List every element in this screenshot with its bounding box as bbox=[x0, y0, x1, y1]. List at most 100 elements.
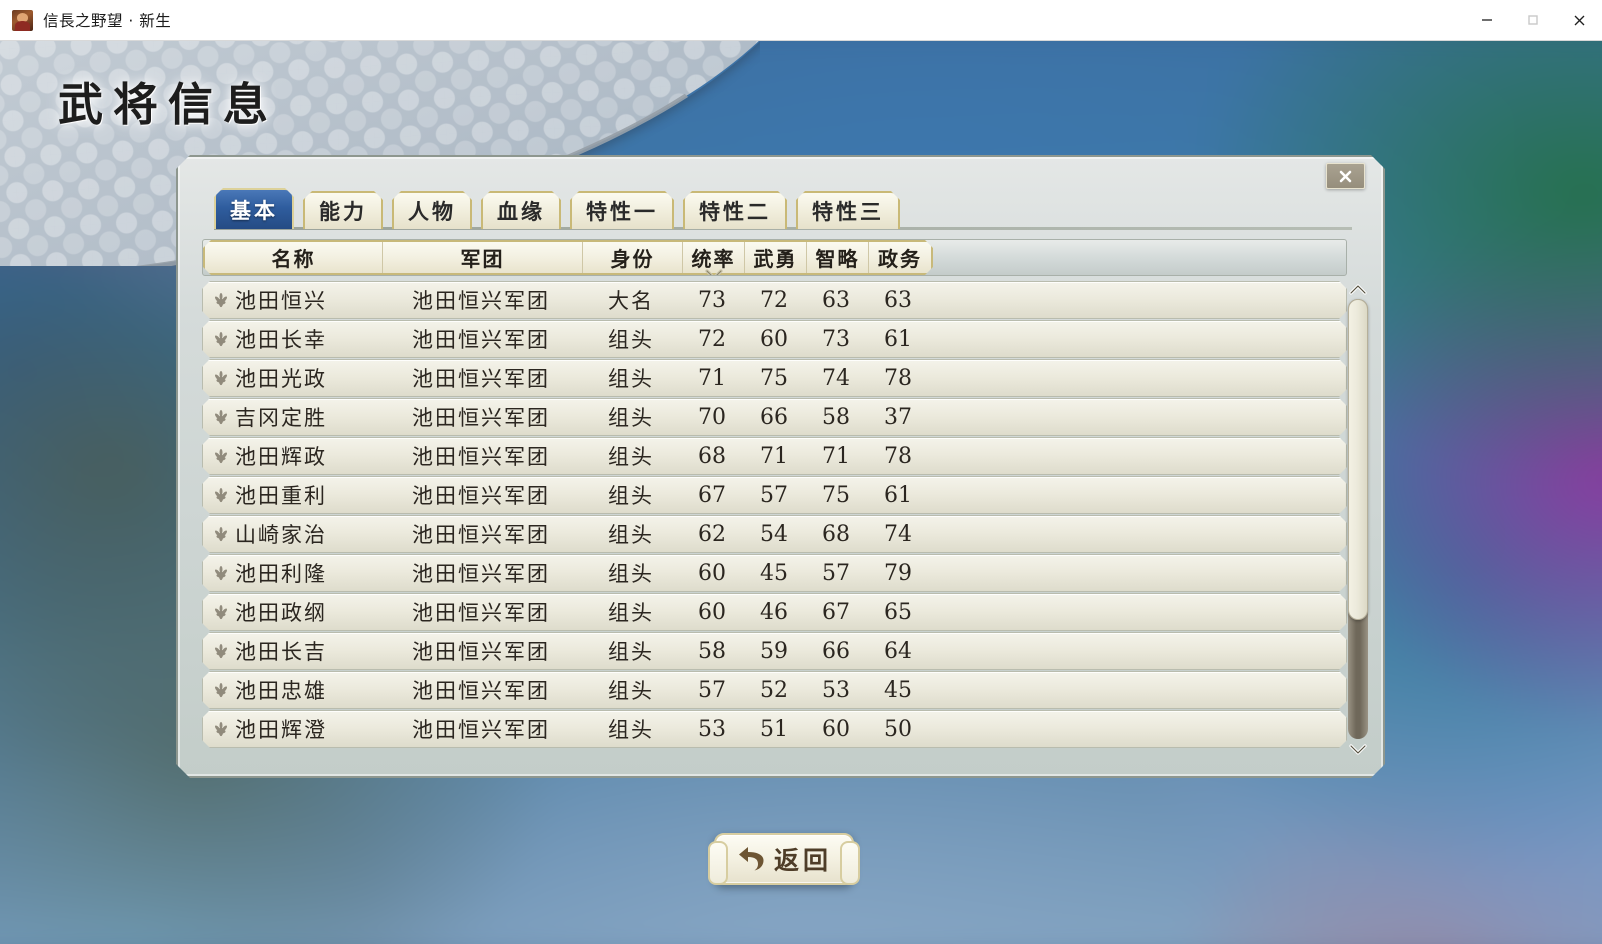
cell-text: 池田长吉 bbox=[235, 640, 327, 664]
cell-text: 57 bbox=[822, 560, 850, 586]
table-row[interactable]: 池田重利 池田恒兴军团 组头 67 57 75 61 bbox=[202, 476, 1347, 514]
scroll-down-button[interactable] bbox=[1347, 741, 1369, 757]
cell-politics: 79 bbox=[867, 561, 929, 586]
cell-text: 75 bbox=[822, 482, 850, 508]
cell-text: 78 bbox=[884, 365, 912, 391]
table-row[interactable]: 吉冈定胜 池田恒兴军团 组头 70 66 58 37 bbox=[202, 398, 1347, 436]
clan-crest-icon bbox=[211, 524, 231, 544]
cell-text: 68 bbox=[698, 443, 726, 469]
column-header-6[interactable]: 政务 bbox=[869, 242, 931, 273]
table-row[interactable]: 池田辉澄 池田恒兴军团 组头 53 51 60 50 bbox=[202, 710, 1347, 748]
tab-4[interactable]: 特性一 bbox=[570, 191, 674, 229]
tab-label: 能力 bbox=[319, 199, 367, 224]
sort-desc-icon bbox=[704, 268, 724, 281]
back-button[interactable]: 返回 bbox=[708, 833, 860, 885]
minimize-button[interactable] bbox=[1464, 0, 1510, 41]
maximize-button[interactable] bbox=[1510, 0, 1556, 41]
cell-leadership: 67 bbox=[681, 483, 743, 508]
cell-text: 池田辉政 bbox=[235, 445, 327, 469]
back-button-label: 返回 bbox=[773, 846, 832, 875]
cell-politics: 37 bbox=[867, 405, 929, 430]
window-titlebar: 信長之野望 · 新生 bbox=[0, 0, 1602, 41]
scroll-up-button[interactable] bbox=[1347, 281, 1369, 297]
column-header-label: 名称 bbox=[271, 247, 316, 271]
cell-valor: 52 bbox=[743, 678, 805, 703]
tab-5[interactable]: 特性二 bbox=[683, 191, 787, 229]
window-title: 信長之野望 · 新生 bbox=[43, 12, 172, 30]
cell-name: 吉冈定胜 bbox=[203, 402, 381, 432]
cell-text: 池田长幸 bbox=[235, 328, 327, 352]
list-scrollbar[interactable] bbox=[1344, 281, 1372, 757]
cell-politics: 65 bbox=[867, 600, 929, 625]
cell-text: 70 bbox=[698, 404, 726, 430]
cell-text: 53 bbox=[698, 716, 726, 742]
cell-text: 池田光政 bbox=[235, 367, 327, 391]
window-controls bbox=[1464, 0, 1602, 41]
cell-text: 池田恒兴军团 bbox=[412, 718, 550, 742]
cell-valor: 60 bbox=[743, 327, 805, 352]
cell-leadership: 72 bbox=[681, 327, 743, 352]
cell-text: 60 bbox=[760, 326, 788, 352]
table-row[interactable]: 池田长吉 池田恒兴军团 组头 58 59 66 64 bbox=[202, 632, 1347, 670]
tab-2[interactable]: 人物 bbox=[392, 191, 472, 229]
tab-0[interactable]: 基本 bbox=[214, 188, 294, 229]
cell-text: 组头 bbox=[608, 367, 654, 391]
cell-rank: 组头 bbox=[581, 324, 681, 354]
column-header-0[interactable]: 名称 bbox=[205, 242, 383, 273]
cell-intellect: 68 bbox=[805, 522, 867, 547]
page-title: 武将信息 bbox=[58, 78, 279, 131]
cell-intellect: 58 bbox=[805, 405, 867, 430]
cell-name: 池田长吉 bbox=[203, 636, 381, 666]
panel-inner: 基本 能力 人物 血缘 特性一 特性二 特性三 名称 军团 身份 统率 武勇 智略 政务 池田恒兴 池田恒… bbox=[178, 157, 1383, 776]
close-window-button[interactable] bbox=[1556, 0, 1602, 41]
cell-text: 45 bbox=[760, 560, 788, 586]
cell-name: 池田忠雄 bbox=[203, 675, 381, 705]
cell-text: 60 bbox=[698, 599, 726, 625]
column-header-4[interactable]: 武勇 bbox=[745, 242, 807, 273]
cell-corps: 池田恒兴军团 bbox=[381, 675, 581, 705]
cell-corps: 池田恒兴军团 bbox=[381, 285, 581, 315]
table-row[interactable]: 池田光政 池田恒兴军团 组头 71 75 74 78 bbox=[202, 359, 1347, 397]
table-row[interactable]: 池田利隆 池田恒兴军团 组头 60 45 57 79 bbox=[202, 554, 1347, 592]
scrollbar-track[interactable] bbox=[1348, 299, 1368, 739]
column-header-1[interactable]: 军团 bbox=[383, 242, 583, 273]
cell-text: 池田辉澄 bbox=[235, 718, 327, 742]
scrollbar-thumb[interactable] bbox=[1348, 299, 1368, 620]
officer-list[interactable]: 池田恒兴 池田恒兴军团 大名 73 72 63 63 池田长幸 池田恒兴军团 组头 72 60 73 61… bbox=[202, 281, 1347, 757]
cell-text: 37 bbox=[884, 404, 912, 430]
cell-text: 池田恒兴军团 bbox=[412, 484, 550, 508]
cell-text: 组头 bbox=[608, 328, 654, 352]
table-row[interactable]: 池田政纲 池田恒兴军团 组头 60 46 67 65 bbox=[202, 593, 1347, 631]
table-row[interactable]: 池田辉政 池田恒兴军团 组头 68 71 71 78 bbox=[202, 437, 1347, 475]
table-row[interactable]: 池田恒兴 池田恒兴军团 大名 73 72 63 63 bbox=[202, 281, 1347, 319]
cell-text: 54 bbox=[760, 521, 788, 547]
tab-1[interactable]: 能力 bbox=[303, 191, 383, 229]
column-header-5[interactable]: 智略 bbox=[807, 242, 869, 273]
clan-crest-icon bbox=[211, 719, 231, 739]
tab-3[interactable]: 血缘 bbox=[481, 191, 561, 229]
clan-crest-icon bbox=[211, 680, 231, 700]
column-header-2[interactable]: 身份 bbox=[583, 242, 683, 273]
tab-6[interactable]: 特性三 bbox=[796, 191, 900, 229]
cell-text: 73 bbox=[822, 326, 850, 352]
cell-text: 74 bbox=[884, 521, 912, 547]
cell-text: 51 bbox=[760, 716, 788, 742]
table-row[interactable]: 池田忠雄 池田恒兴军团 组头 57 52 53 45 bbox=[202, 671, 1347, 709]
cell-text: 池田恒兴军团 bbox=[412, 601, 550, 625]
close-icon bbox=[1337, 168, 1354, 185]
table-row[interactable]: 池田长幸 池田恒兴军团 组头 72 60 73 61 bbox=[202, 320, 1347, 358]
cell-text: 组头 bbox=[608, 640, 654, 664]
cell-text: 79 bbox=[884, 560, 912, 586]
cell-valor: 75 bbox=[743, 366, 805, 391]
column-header-3[interactable]: 统率 bbox=[683, 242, 745, 273]
cell-text: 大名 bbox=[608, 289, 654, 313]
table-row[interactable]: 山崎家治 池田恒兴军团 组头 62 54 68 74 bbox=[202, 515, 1347, 553]
clan-crest-icon bbox=[211, 485, 231, 505]
cell-text: 73 bbox=[698, 287, 726, 313]
cell-rank: 组头 bbox=[581, 441, 681, 471]
cell-corps: 池田恒兴军团 bbox=[381, 519, 581, 549]
close-dialog-button[interactable] bbox=[1326, 163, 1365, 189]
cell-text: 池田恒兴 bbox=[235, 289, 327, 313]
cell-text: 组头 bbox=[608, 445, 654, 469]
cell-text: 66 bbox=[822, 638, 850, 664]
